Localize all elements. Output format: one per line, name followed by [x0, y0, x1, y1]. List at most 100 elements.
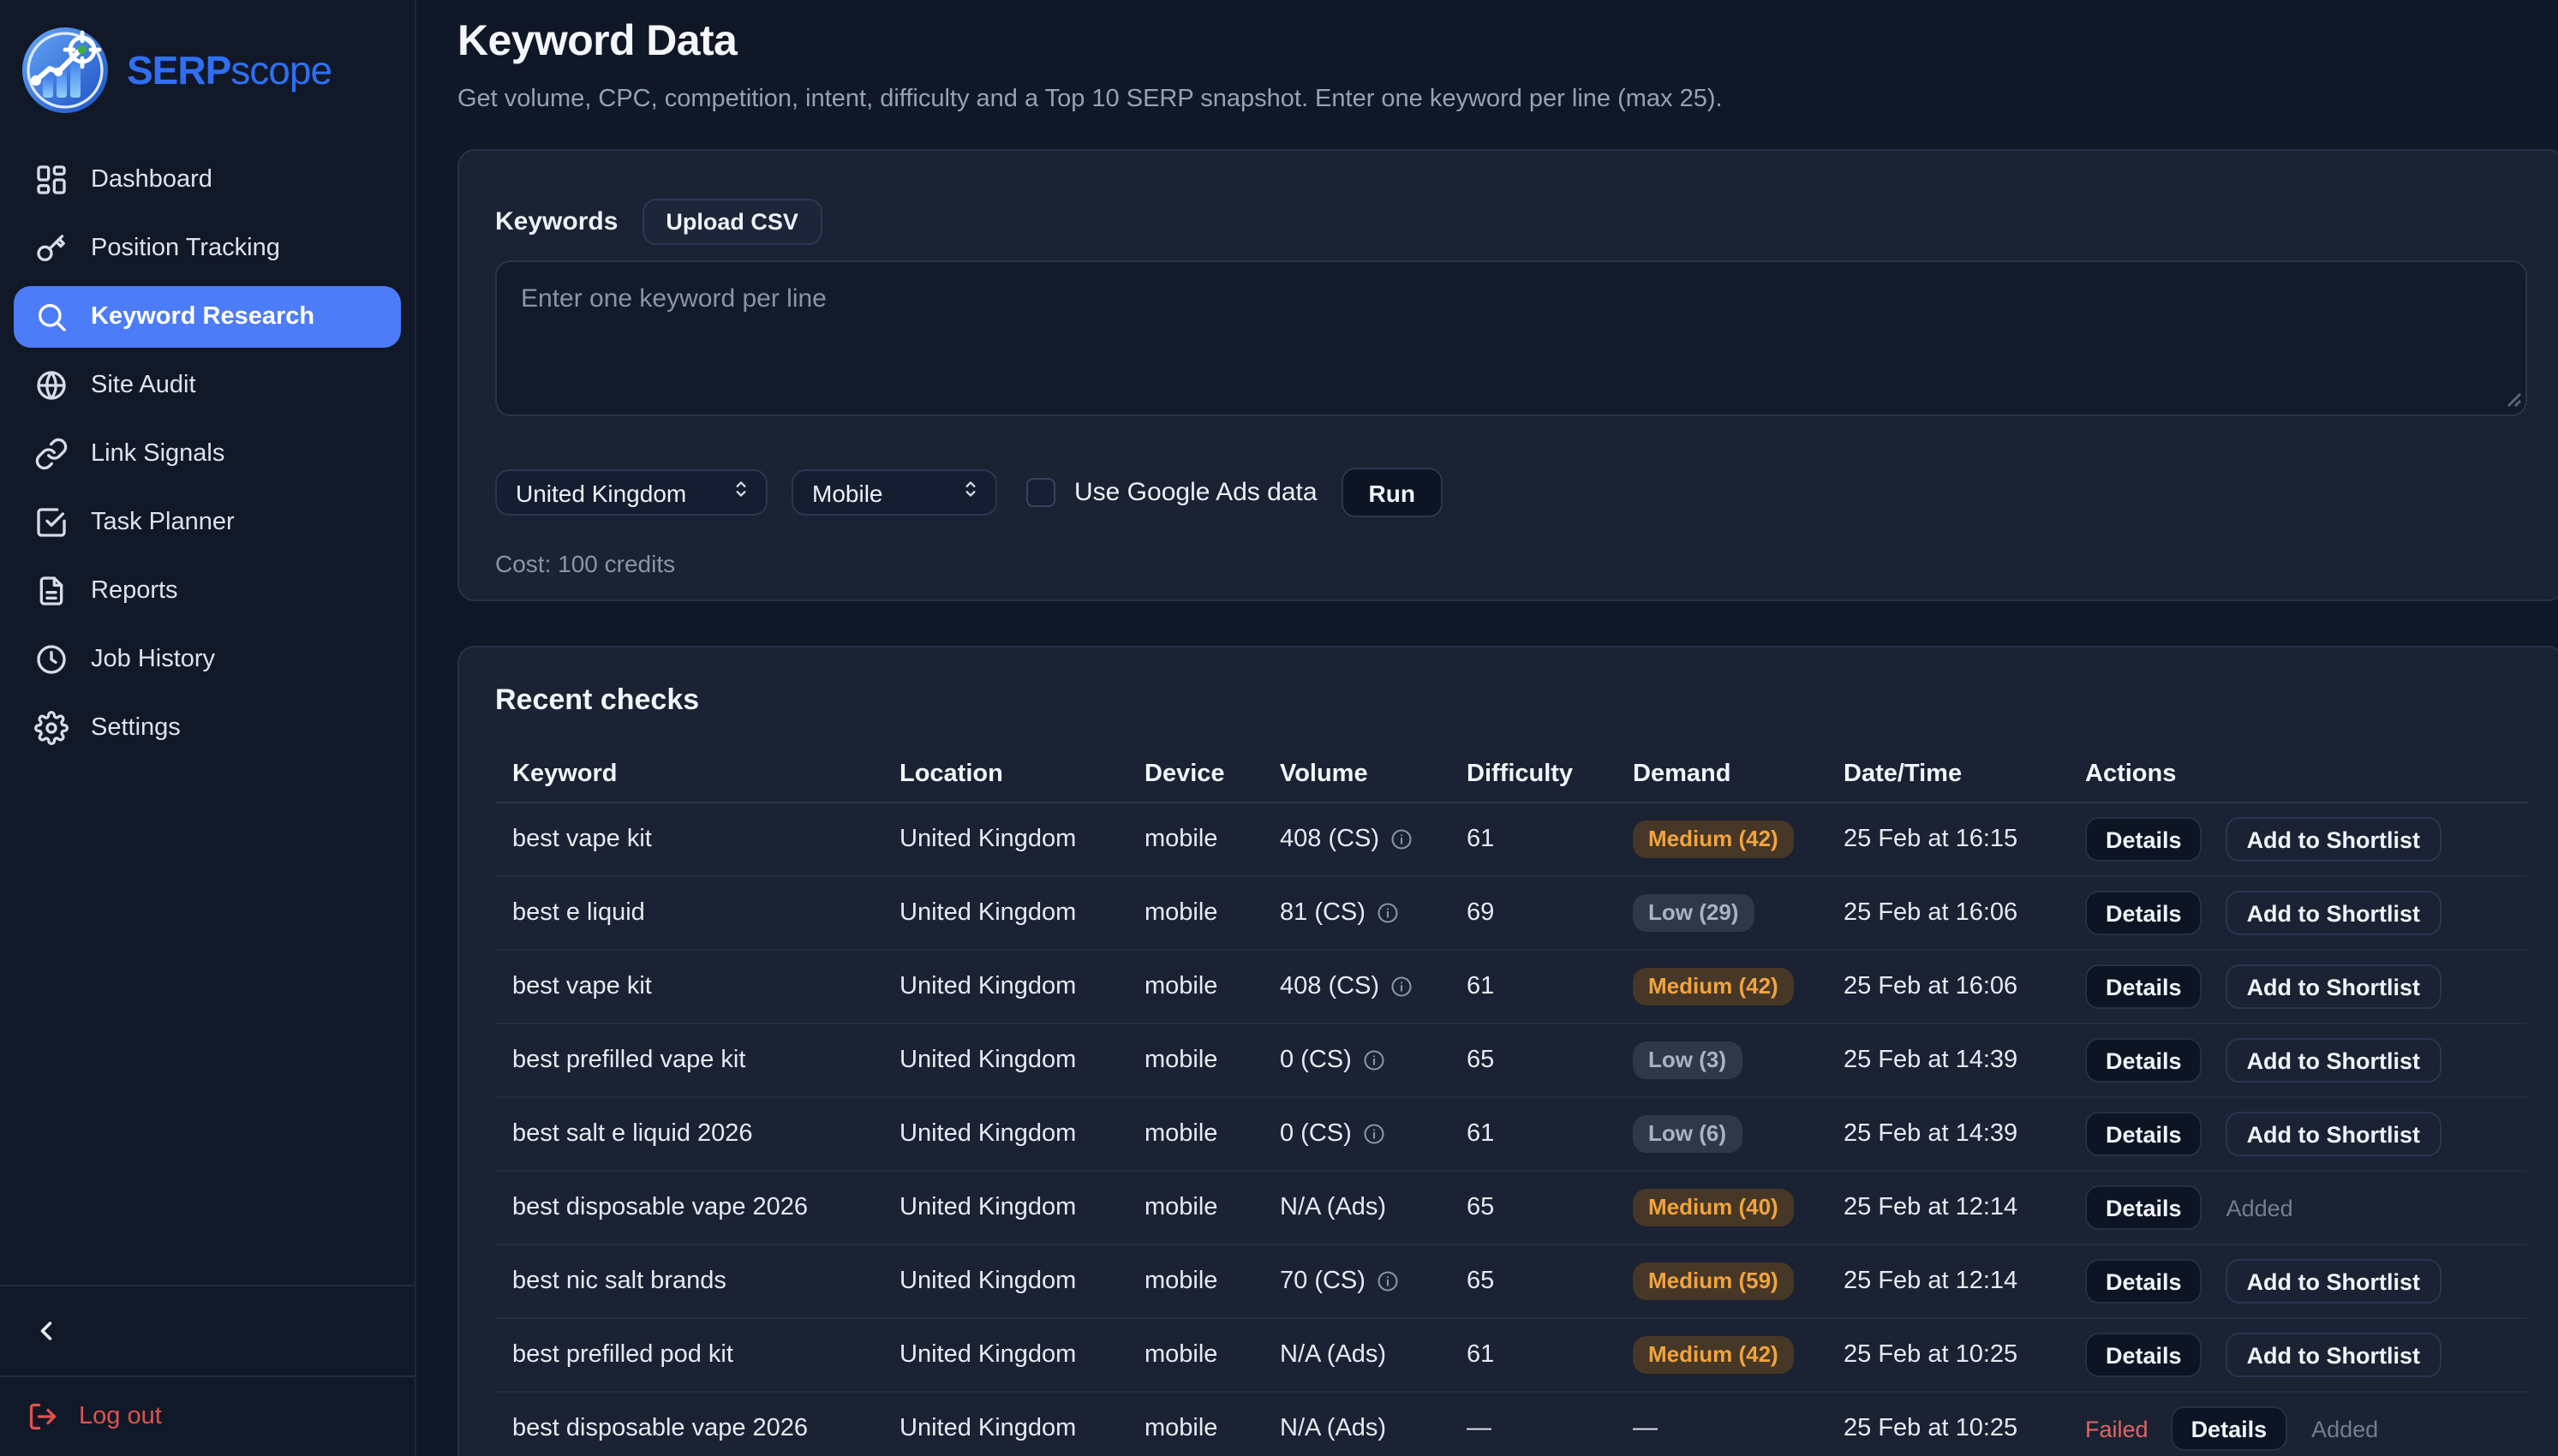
cell-volume: 408 (CS): [1263, 826, 1449, 853]
add-to-shortlist-button[interactable]: Add to Shortlist: [2226, 1112, 2441, 1156]
cell-difficulty: —: [1449, 1415, 1616, 1442]
sidebar-item-settings[interactable]: Settings: [14, 697, 401, 759]
cell-difficulty: 69: [1449, 899, 1616, 927]
run-button[interactable]: Run: [1342, 468, 1443, 517]
cost-text: Cost: 100 credits: [495, 550, 2527, 577]
failed-status: Failed: [2085, 1416, 2149, 1441]
cell-device: mobile: [1127, 1341, 1263, 1369]
main-content: Keyword Data Get volume, CPC, competitio…: [416, 0, 2558, 1456]
details-button[interactable]: Details: [2085, 891, 2202, 935]
table-row: best disposable vape 2026United Kingdomm…: [495, 1172, 2527, 1245]
details-button[interactable]: Details: [2085, 1112, 2202, 1156]
sidebar-item-label: Reports: [91, 577, 178, 605]
sidebar-item-label: Task Planner: [91, 509, 235, 536]
cell-datetime: 25 Feb at 16:06: [1826, 899, 2068, 927]
sidebar-item-reports[interactable]: Reports: [14, 560, 401, 622]
info-icon[interactable]: [1376, 901, 1400, 925]
cell-keyword: best vape kit: [495, 826, 882, 853]
sidebar-collapse-button[interactable]: [24, 1309, 69, 1353]
sidebar-item-position-tracking[interactable]: Position Tracking: [14, 218, 401, 279]
cell-difficulty: 61: [1449, 973, 1616, 1000]
info-icon[interactable]: [1390, 827, 1413, 851]
details-button[interactable]: Details: [2085, 1333, 2202, 1377]
cell-keyword: best disposable vape 2026: [495, 1415, 882, 1442]
serpscope-logo-icon: [21, 26, 110, 115]
info-icon[interactable]: [1376, 1269, 1400, 1293]
cell-keyword: best nic salt brands: [495, 1268, 882, 1295]
cell-actions: Details Add to Shortlist: [2068, 1333, 2527, 1377]
add-to-shortlist-button[interactable]: Add to Shortlist: [2226, 1038, 2441, 1083]
details-button[interactable]: Details: [2085, 1185, 2202, 1230]
details-button[interactable]: Details: [2085, 817, 2202, 862]
cell-difficulty: 61: [1449, 826, 1616, 853]
cell-device: mobile: [1127, 1047, 1263, 1074]
cell-volume: N/A (Ads): [1263, 1194, 1449, 1221]
cell-keyword: best prefilled pod kit: [495, 1341, 882, 1369]
sidebar-item-label: Site Audit: [91, 372, 196, 399]
cell-demand: Medium (42): [1616, 820, 1826, 859]
logout-button[interactable]: Log out: [0, 1377, 415, 1456]
keywords-label: Keywords: [495, 207, 618, 236]
add-to-shortlist-button[interactable]: Add to Shortlist: [2226, 1333, 2441, 1377]
google-ads-checkbox[interactable]: [1026, 478, 1055, 507]
added-status: Added: [2311, 1416, 2378, 1441]
column-header-volume: Volume: [1263, 760, 1449, 787]
details-button[interactable]: Details: [2171, 1406, 2288, 1451]
upload-csv-button[interactable]: Upload CSV: [642, 199, 822, 245]
recent-checks-card: Recent checks KeywordLocationDeviceVolum…: [457, 646, 2558, 1456]
cell-demand: Low (6): [1616, 1115, 1826, 1154]
cell-device: mobile: [1127, 899, 1263, 927]
cell-actions: Failed Details Added: [2068, 1406, 2527, 1451]
cell-keyword: best e liquid: [495, 899, 882, 927]
sidebar-item-label: Settings: [91, 714, 181, 742]
cell-difficulty: 65: [1449, 1194, 1616, 1221]
sidebar-item-job-history[interactable]: Job History: [14, 629, 401, 690]
cell-demand: Medium (59): [1616, 1262, 1826, 1301]
cell-device: mobile: [1127, 1194, 1263, 1221]
cell-demand: —: [1616, 1415, 1826, 1442]
google-ads-checkbox-label: Use Google Ads data: [1074, 478, 1318, 507]
cell-datetime: 25 Feb at 16:06: [1826, 973, 2068, 1000]
info-icon[interactable]: [1390, 975, 1413, 999]
sidebar-item-site-audit[interactable]: Site Audit: [14, 355, 401, 416]
column-header-date-time: Date/Time: [1826, 760, 2068, 787]
sidebar-item-link-signals[interactable]: Link Signals: [14, 423, 401, 485]
table-row: best disposable vape 2026United Kingdomm…: [495, 1393, 2527, 1456]
cell-demand: Medium (40): [1616, 1189, 1826, 1227]
demand-badge: Medium (40): [1633, 1189, 1794, 1227]
cell-actions: Details Add to Shortlist: [2068, 964, 2527, 1009]
cell-demand: Medium (42): [1616, 968, 1826, 1006]
add-to-shortlist-button[interactable]: Add to Shortlist: [2226, 817, 2441, 862]
table-header-row: KeywordLocationDeviceVolumeDifficultyDem…: [495, 745, 2527, 803]
info-icon[interactable]: [1362, 1122, 1386, 1146]
add-to-shortlist-button[interactable]: Add to Shortlist: [2226, 964, 2441, 1009]
device-select[interactable]: Mobile: [792, 469, 997, 516]
cell-location: United Kingdom: [882, 1120, 1127, 1148]
details-button[interactable]: Details: [2085, 964, 2202, 1009]
add-to-shortlist-button[interactable]: Add to Shortlist: [2226, 1259, 2441, 1304]
sidebar: SERPscope DashboardPosition TrackingKeyw…: [0, 0, 416, 1456]
cell-demand: Low (29): [1616, 894, 1826, 933]
cell-difficulty: 65: [1449, 1268, 1616, 1295]
keywords-input[interactable]: [495, 260, 2527, 416]
sidebar-item-keyword-research[interactable]: Keyword Research: [14, 286, 401, 348]
sidebar-item-task-planner[interactable]: Task Planner: [14, 492, 401, 553]
device-select-value: Mobile: [812, 479, 883, 506]
cell-location: United Kingdom: [882, 1341, 1127, 1369]
details-button[interactable]: Details: [2085, 1259, 2202, 1304]
info-icon[interactable]: [1362, 1048, 1386, 1072]
cell-difficulty: 61: [1449, 1120, 1616, 1148]
cell-device: mobile: [1127, 1415, 1263, 1442]
cell-datetime: 25 Feb at 14:39: [1826, 1120, 2068, 1148]
cell-volume: N/A (Ads): [1263, 1415, 1449, 1442]
recent-checks-table: KeywordLocationDeviceVolumeDifficultyDem…: [495, 745, 2527, 1456]
location-select[interactable]: United Kingdom: [495, 469, 768, 516]
cell-demand: Low (3): [1616, 1041, 1826, 1080]
details-button[interactable]: Details: [2085, 1038, 2202, 1083]
cell-location: United Kingdom: [882, 826, 1127, 853]
sidebar-item-dashboard[interactable]: Dashboard: [14, 149, 401, 211]
cell-actions: Details Add to Shortlist: [2068, 1038, 2527, 1083]
cell-volume: 0 (CS): [1263, 1047, 1449, 1074]
add-to-shortlist-button[interactable]: Add to Shortlist: [2226, 891, 2441, 935]
cell-datetime: 25 Feb at 12:14: [1826, 1194, 2068, 1221]
